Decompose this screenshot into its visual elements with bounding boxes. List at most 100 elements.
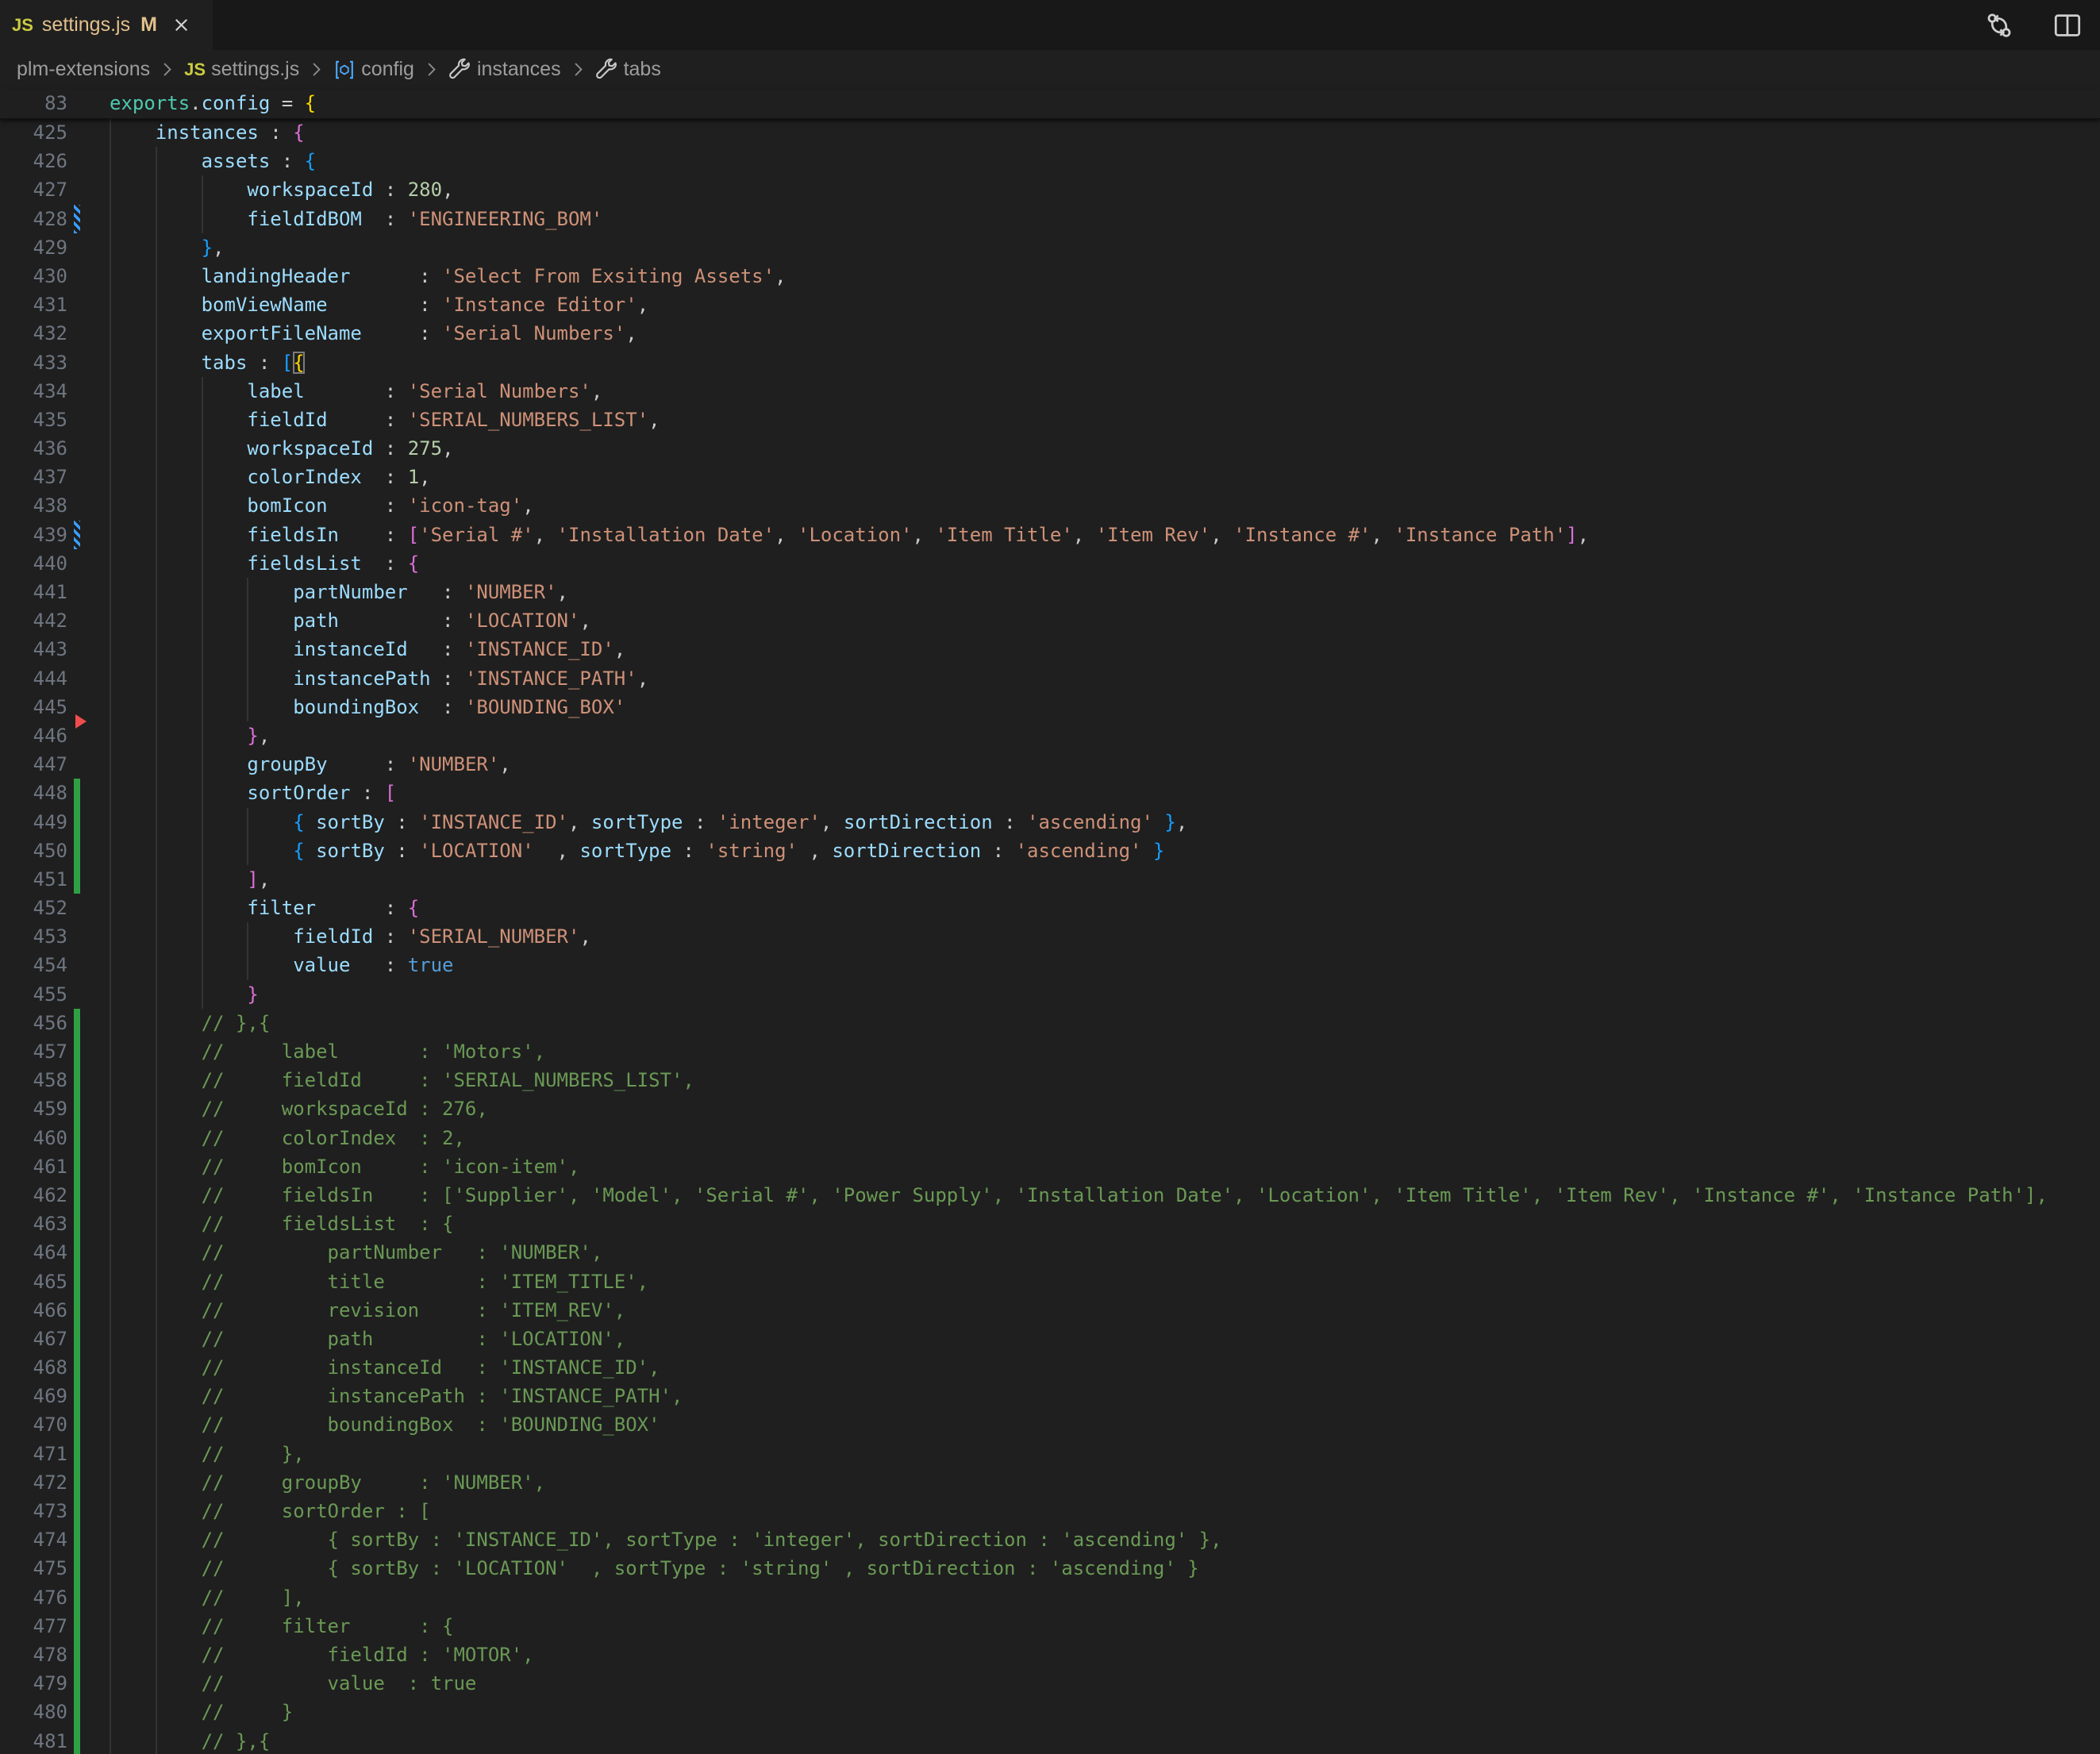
line-number[interactable]: 480 <box>0 1698 67 1726</box>
line-number[interactable]: 465 <box>0 1267 67 1296</box>
line-number[interactable]: 464 <box>0 1238 67 1267</box>
line-number[interactable]: 475 <box>0 1554 67 1583</box>
code-line[interactable]: 441 partNumber : 'NUMBER', <box>0 578 2100 606</box>
code-line[interactable]: 476 // ], <box>0 1583 2100 1612</box>
line-number[interactable]: 449 <box>0 808 67 837</box>
line-number[interactable]: 426 <box>0 147 67 175</box>
line-number[interactable]: 443 <box>0 635 67 664</box>
line-number[interactable]: 429 <box>0 233 67 262</box>
code-line[interactable]: 447 groupBy : 'NUMBER', <box>0 750 2100 779</box>
code-line[interactable]: 442 path : 'LOCATION', <box>0 606 2100 635</box>
code-line[interactable]: 83exports.config = { <box>0 89 2100 117</box>
line-number[interactable]: 439 <box>0 521 67 549</box>
line-number[interactable]: 481 <box>0 1727 67 1754</box>
line-number[interactable]: 437 <box>0 463 67 491</box>
line-number[interactable]: 434 <box>0 377 67 406</box>
line-number[interactable]: 474 <box>0 1525 67 1554</box>
line-number[interactable]: 428 <box>0 205 67 233</box>
code-line[interactable]: 431 bomViewName : 'Instance Editor', <box>0 290 2100 319</box>
line-number[interactable]: 440 <box>0 549 67 578</box>
code-line[interactable]: 463 // fieldsList : { <box>0 1210 2100 1238</box>
close-icon[interactable] <box>171 14 192 36</box>
code-line[interactable]: 470 // boundingBox : 'BOUNDING_BOX' <box>0 1410 2100 1439</box>
line-number[interactable]: 473 <box>0 1497 67 1525</box>
code-line[interactable]: 448 sortOrder : [ <box>0 779 2100 807</box>
line-number[interactable]: 432 <box>0 319 67 348</box>
code-line[interactable]: 469 // instancePath : 'INSTANCE_PATH', <box>0 1382 2100 1410</box>
line-number[interactable]: 452 <box>0 894 67 922</box>
code-line[interactable]: 462 // fieldsIn : ['Supplier', 'Model', … <box>0 1181 2100 1210</box>
code-line[interactable]: 468 // instanceId : 'INSTANCE_ID', <box>0 1353 2100 1382</box>
open-changes-icon[interactable] <box>1984 10 2014 40</box>
sticky-scroll-line[interactable]: 83exports.config = { <box>0 89 2100 119</box>
breadcrumb-item-config[interactable]: config <box>333 58 414 81</box>
code-line[interactable]: 439 fieldsIn : ['Serial #', 'Installatio… <box>0 521 2100 549</box>
code-line[interactable]: 450 { sortBy : 'LOCATION' , sortType : '… <box>0 837 2100 865</box>
code-line[interactable]: 426 assets : { <box>0 147 2100 175</box>
line-number[interactable]: 463 <box>0 1210 67 1238</box>
code-line[interactable]: 480 // } <box>0 1698 2100 1726</box>
code-line[interactable]: 449 { sortBy : 'INSTANCE_ID', sortType :… <box>0 808 2100 837</box>
code-line[interactable]: 455 } <box>0 980 2100 1009</box>
line-number[interactable]: 83 <box>0 89 67 117</box>
line-number[interactable]: 476 <box>0 1583 67 1612</box>
code-line[interactable]: 465 // title : 'ITEM_TITLE', <box>0 1267 2100 1296</box>
line-number[interactable]: 436 <box>0 434 67 463</box>
line-number[interactable]: 477 <box>0 1612 67 1641</box>
code-line[interactable]: 444 instancePath : 'INSTANCE_PATH', <box>0 664 2100 693</box>
code-line[interactable]: 467 // path : 'LOCATION', <box>0 1325 2100 1353</box>
code-line[interactable]: 475 // { sortBy : 'LOCATION' , sortType … <box>0 1554 2100 1583</box>
code-line[interactable]: 479 // value : true <box>0 1669 2100 1698</box>
code-line[interactable]: 459 // workspaceId : 276, <box>0 1094 2100 1123</box>
line-number[interactable]: 461 <box>0 1152 67 1181</box>
line-number[interactable]: 478 <box>0 1641 67 1669</box>
code-line[interactable]: 452 filter : { <box>0 894 2100 922</box>
line-number[interactable]: 444 <box>0 664 67 693</box>
code-line[interactable]: 440 fieldsList : { <box>0 549 2100 578</box>
code-line[interactable]: 436 workspaceId : 275, <box>0 434 2100 463</box>
code-line[interactable]: 481 // },{ <box>0 1727 2100 1754</box>
line-number[interactable]: 467 <box>0 1325 67 1353</box>
code-line[interactable]: 445 boundingBox : 'BOUNDING_BOX' <box>0 693 2100 721</box>
code-line[interactable]: 427 workspaceId : 280, <box>0 175 2100 204</box>
code-line[interactable]: 471 // }, <box>0 1440 2100 1468</box>
code-line[interactable]: 472 // groupBy : 'NUMBER', <box>0 1468 2100 1497</box>
line-number[interactable]: 433 <box>0 348 67 377</box>
line-number[interactable]: 458 <box>0 1066 67 1094</box>
line-number[interactable]: 454 <box>0 951 67 979</box>
line-number[interactable]: 468 <box>0 1353 67 1382</box>
line-number[interactable]: 457 <box>0 1037 67 1066</box>
line-number[interactable]: 469 <box>0 1382 67 1410</box>
line-number[interactable]: 466 <box>0 1296 67 1325</box>
code-line[interactable]: 464 // partNumber : 'NUMBER', <box>0 1238 2100 1267</box>
split-editor-icon[interactable] <box>2052 10 2083 40</box>
breadcrumb-item-instances[interactable]: instances <box>448 58 561 81</box>
code-line[interactable]: 451 ], <box>0 865 2100 894</box>
code-line[interactable]: 437 colorIndex : 1, <box>0 463 2100 491</box>
line-number[interactable]: 441 <box>0 578 67 606</box>
line-number[interactable]: 472 <box>0 1468 67 1497</box>
code-line[interactable]: 429 }, <box>0 233 2100 262</box>
line-number[interactable]: 427 <box>0 175 67 204</box>
line-number[interactable]: 446 <box>0 721 67 750</box>
code-line[interactable]: 458 // fieldId : 'SERIAL_NUMBERS_LIST', <box>0 1066 2100 1094</box>
line-number[interactable]: 459 <box>0 1094 67 1123</box>
line-number[interactable]: 448 <box>0 779 67 807</box>
breadcrumb-item-plm-extensions[interactable]: plm-extensions <box>17 58 150 81</box>
line-number[interactable]: 456 <box>0 1009 67 1037</box>
code-line[interactable]: 461 // bomIcon : 'icon-item', <box>0 1152 2100 1181</box>
code-line[interactable]: 425 instances : { <box>0 118 2100 147</box>
line-number[interactable]: 462 <box>0 1181 67 1210</box>
breadcrumb-item-tabs[interactable]: tabs <box>595 58 661 81</box>
line-number[interactable]: 453 <box>0 922 67 951</box>
breadcrumb-item-settings-js[interactable]: JSsettings.js <box>184 58 299 81</box>
code-line[interactable]: 428 fieldIdBOM : 'ENGINEERING_BOM' <box>0 205 2100 233</box>
line-number[interactable]: 442 <box>0 606 67 635</box>
code-line[interactable]: 457 // label : 'Motors', <box>0 1037 2100 1066</box>
line-number[interactable]: 471 <box>0 1440 67 1468</box>
code-line[interactable]: 430 landingHeader : 'Select From Exsitin… <box>0 262 2100 290</box>
code-line[interactable]: 434 label : 'Serial Numbers', <box>0 377 2100 406</box>
code-line[interactable]: 433 tabs : [{ <box>0 348 2100 377</box>
line-number[interactable]: 479 <box>0 1669 67 1698</box>
line-number[interactable]: 451 <box>0 865 67 894</box>
